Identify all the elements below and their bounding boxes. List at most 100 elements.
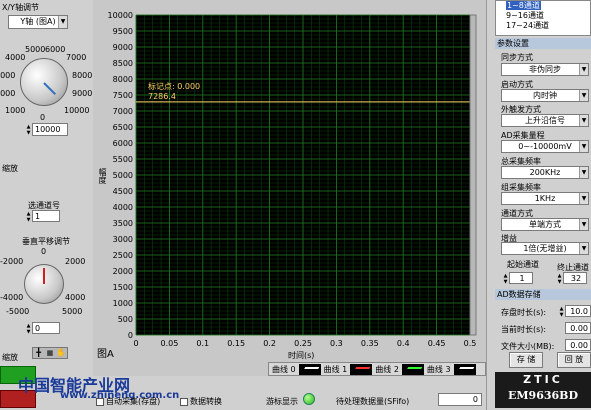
x-tick-label: 0.05 (160, 339, 178, 348)
sync-label: 同步方式 (501, 53, 533, 62)
chevron-down-icon: ▼ (579, 219, 588, 230)
total-freq-select[interactable]: 200KHz ▼ (501, 166, 589, 179)
save-button[interactable]: 存 储 (509, 352, 543, 368)
y-tick-label: 4000 (113, 203, 133, 212)
y-tick-label: 6000 (113, 139, 133, 148)
stepper-icon[interactable]: ▲ ▼ (502, 273, 509, 285)
y-tick-label: 10000 (108, 11, 133, 20)
legend: 曲线 0 曲线 1 曲线 2 曲线 3 (268, 362, 486, 376)
knob1-tick: 6000 (45, 45, 66, 54)
cursor-label: 标记点: 0.000 (148, 81, 200, 91)
right-panel: 1~8通道 9~16通道 17~24通道 参数设置 同步方式 非伪同步 ▼ 启动方… (486, 0, 591, 410)
x-tick-label: 0.35 (361, 339, 379, 348)
stepper-icon[interactable]: ▲ ▼ (25, 211, 32, 223)
scale-value-text: 10000 (35, 125, 61, 134)
knob1-tick: 8000 (72, 71, 93, 80)
auto-capture-checkbox[interactable]: 自动采集(存盘) (96, 396, 160, 407)
graph-tools: ╋ ▦ ✋ (32, 347, 68, 359)
chevron-down-icon: ▼ (579, 64, 588, 75)
checkbox-icon[interactable] (96, 397, 104, 406)
group-freq-select[interactable]: 1KHz ▼ (501, 192, 589, 205)
x-tick-label: 0.2 (263, 339, 276, 348)
y-tick-label: 2000 (113, 267, 133, 276)
sync-select[interactable]: 非伪同步 ▼ (501, 63, 589, 76)
channel-number-text: 1 (35, 212, 41, 221)
scale-value-input[interactable]: ▲ ▼ 10000 (27, 123, 68, 136)
stepper-icon[interactable]: ▲ ▼ (25, 323, 32, 335)
stepper-icon[interactable]: ▲ ▼ (25, 124, 32, 136)
pending-data-label: 待处理数据量(SFifo) (336, 397, 410, 406)
legend-label: 曲线 0 (272, 364, 296, 374)
legend-label: 曲线 3 (426, 364, 451, 374)
range-select[interactable]: 0~-10000mV ▼ (501, 140, 589, 153)
end-channel-input[interactable]: ▲ ▼ 32 (558, 272, 587, 285)
cursor-led-icon[interactable] (303, 393, 315, 405)
cursor-value: 7286.4 (148, 92, 176, 101)
cursor-show-label: 游标显示 (266, 397, 298, 406)
axis-select-value: Y轴 (图A) (20, 17, 56, 26)
y-tick-label: 500 (118, 315, 133, 324)
channel-item[interactable]: 1~8通道 (496, 1, 590, 11)
y-tick-label: 5500 (113, 155, 133, 164)
legend-label: 曲线 1 (323, 364, 348, 374)
channel-number-input[interactable]: ▲ ▼ 1 (27, 210, 60, 223)
xy-adjust-label: X/Y轴调节 (2, 3, 40, 12)
knob1-tick: 5000 (25, 45, 46, 54)
y-tick-label: 3500 (113, 219, 133, 228)
y-tick-label: 1500 (113, 283, 133, 292)
knob1-tick: 7000 (66, 53, 87, 62)
shift-value-input[interactable]: ▲ ▼ 0 (27, 322, 60, 335)
current-time-label: 当前时长(s): (501, 325, 547, 334)
y-tick-label: 8500 (113, 59, 133, 68)
knob1-tick: 0 (40, 113, 46, 122)
chevron-down-icon: ▼ (579, 243, 588, 254)
y-tick-label: 7000 (113, 107, 133, 116)
y-tick-label: 5000 (113, 171, 133, 180)
chevron-down-icon: ▼ (579, 90, 588, 101)
knob1-tick: 1000 (5, 106, 26, 115)
x-tick-label: 0 (133, 339, 138, 348)
x-tick-label: 0.15 (227, 339, 245, 348)
legend-swatch (453, 363, 476, 375)
gain-select[interactable]: 1倍(无增益) ▼ (501, 242, 589, 255)
brand-name: ZTIC (523, 373, 563, 386)
legend-swatch (298, 363, 321, 375)
knob2-tick: -5000 (6, 307, 30, 316)
x-tick-label: 0.4 (397, 339, 410, 348)
file-size-label: 文件大小(MB): (501, 342, 555, 351)
save-time-input[interactable]: ▲ ▼ 10.0 (560, 305, 591, 318)
channel-item[interactable]: 9~16通道 (496, 11, 590, 21)
trigger-select[interactable]: 上升沿信号 ▼ (501, 114, 589, 127)
start-channel-input[interactable]: ▲ ▼ 1 (504, 272, 533, 285)
auto-capture-label: 自动采集(存盘) (106, 397, 161, 406)
knob1-tick: 2000 (0, 89, 16, 98)
zoom2-label: 缩放 (2, 353, 18, 362)
zoom-icon[interactable]: ▦ (44, 348, 55, 358)
crosshair-icon[interactable]: ╋ (33, 348, 44, 358)
channel-item[interactable]: 17~24通道 (496, 21, 590, 31)
chevron-down-icon: ▼ (58, 16, 67, 28)
checkbox-icon[interactable] (180, 397, 188, 406)
channel-tree[interactable]: 1~8通道 9~16通道 17~24通道 (495, 0, 591, 36)
x-tick-label: 0.25 (294, 339, 312, 348)
playback-button[interactable]: 回 放 (557, 352, 591, 368)
channel-mode-select[interactable]: 单端方式 ▼ (501, 218, 589, 231)
y-tick-label: 8000 (113, 75, 133, 84)
legend-swatch (350, 363, 373, 375)
chevron-down-icon: ▼ (579, 167, 588, 178)
y-tick-label: 4500 (113, 187, 133, 196)
hand-icon[interactable]: ✋ (56, 348, 67, 358)
x-tick-label: 0.3 (330, 339, 343, 348)
plot-area[interactable]: 1000095009000850080007500700065006000550… (93, 0, 486, 362)
save-time-label: 存盘时长(s): (501, 308, 547, 317)
y-tick-label: 2500 (113, 251, 133, 260)
stepper-icon[interactable]: ▲ ▼ (556, 273, 563, 285)
x-tick-label: 0.1 (196, 339, 209, 348)
axis-select[interactable]: Y轴 (图A) ▼ (8, 15, 68, 29)
left-panel: X/Y轴调节 Y轴 (图A) ▼ 5000 6000 4000 7000 300… (0, 0, 93, 410)
data-convert-checkbox[interactable]: 数据转换 (180, 396, 222, 407)
start-select[interactable]: 内时钟 ▼ (501, 89, 589, 102)
x-tick-label: 0.45 (428, 339, 446, 348)
stepper-icon[interactable]: ▲ ▼ (558, 306, 565, 318)
knob1-tick: 3000 (0, 71, 16, 80)
